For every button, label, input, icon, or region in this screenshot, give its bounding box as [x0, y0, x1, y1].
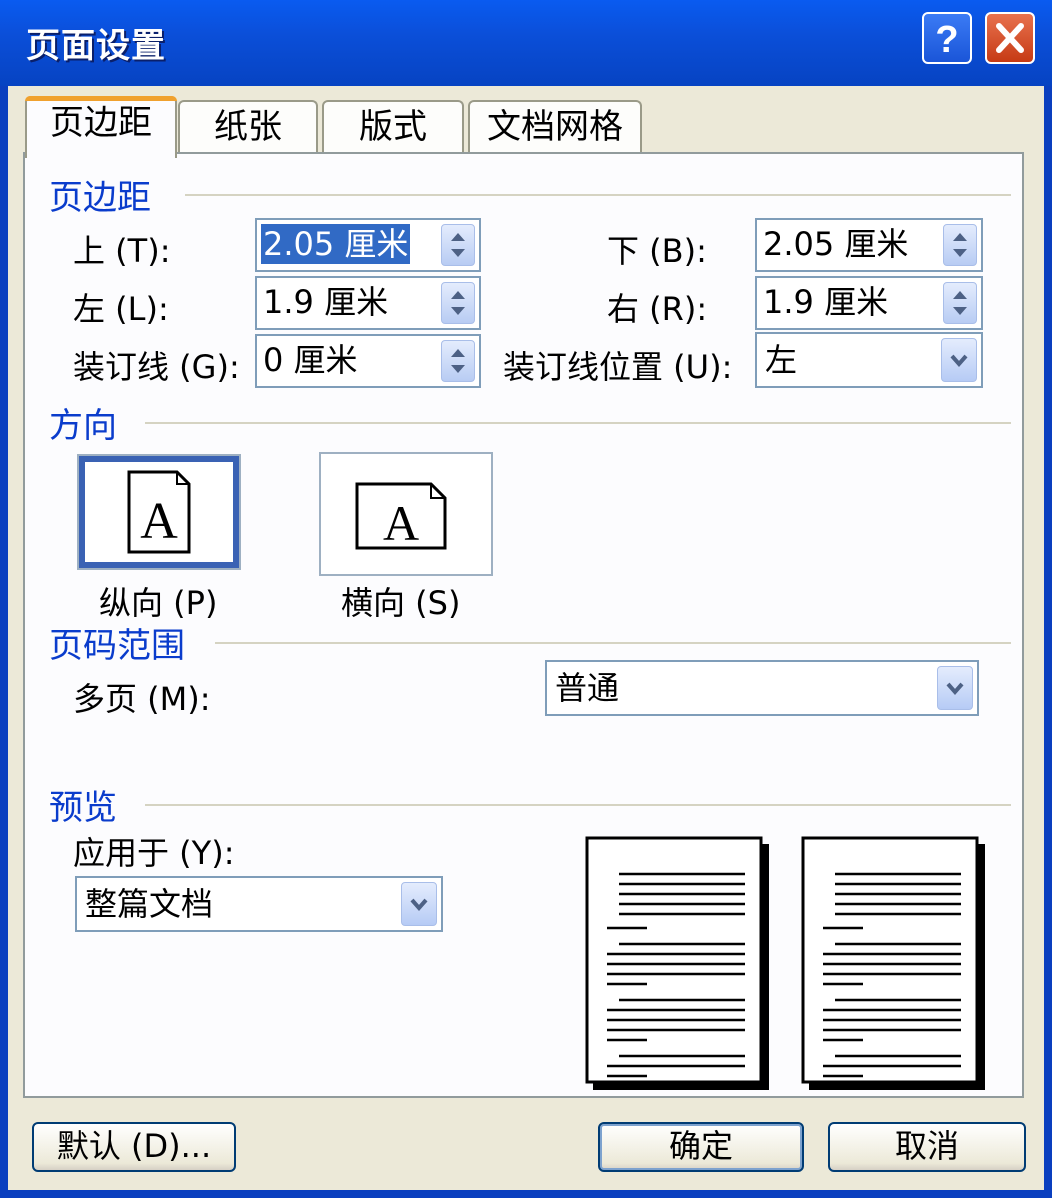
- divider: [145, 804, 1011, 806]
- svg-text:A: A: [140, 493, 178, 550]
- divider: [215, 642, 1011, 644]
- bottom-margin-spinner[interactable]: 2.05 厘米: [755, 218, 983, 272]
- default-button[interactable]: 默认 (D)...: [32, 1122, 236, 1172]
- top-margin-spinner[interactable]: 2.05 厘米: [255, 218, 481, 272]
- window-title: 页面设置: [26, 26, 166, 66]
- cancel-button[interactable]: 取消: [828, 1122, 1026, 1172]
- portrait-page-icon: A: [127, 470, 191, 554]
- group-title-preview: 预览: [49, 780, 121, 829]
- tab-panel-margins: 页边距 上 (T): 2.05 厘米 下 (B): 2.05 厘米 左 (L):…: [23, 152, 1024, 1098]
- top-margin-label: 上 (T):: [73, 232, 171, 270]
- tab-layout[interactable]: 版式: [322, 100, 464, 154]
- left-margin-label: 左 (L):: [73, 290, 169, 328]
- group-title-pages: 页码范围: [49, 618, 189, 667]
- group-title-orientation: 方向: [49, 398, 121, 447]
- landscape-page-icon: A: [355, 482, 447, 551]
- spin-arrows-icon[interactable]: [441, 282, 475, 324]
- dropdown-arrow-icon[interactable]: [401, 882, 437, 926]
- multiple-pages-label: 多页 (M):: [73, 680, 211, 718]
- preview-page-icon: [585, 836, 769, 1090]
- spin-arrows-icon[interactable]: [943, 282, 977, 324]
- apply-to-select[interactable]: 整篇文档: [75, 876, 443, 932]
- svg-text:A: A: [383, 495, 419, 551]
- apply-to-label: 应用于 (Y):: [73, 834, 235, 872]
- right-margin-spinner[interactable]: 1.9 厘米: [755, 276, 983, 330]
- left-margin-value[interactable]: 1.9 厘米: [263, 282, 388, 322]
- help-button[interactable]: ?: [922, 12, 972, 64]
- right-margin-value[interactable]: 1.9 厘米: [763, 282, 888, 322]
- gutter-position-select[interactable]: 左: [755, 332, 983, 388]
- portrait-option[interactable]: A: [77, 454, 241, 570]
- spin-arrows-icon[interactable]: [943, 224, 977, 266]
- tab-paper[interactable]: 纸张: [178, 100, 318, 154]
- spin-arrows-icon[interactable]: [441, 340, 475, 382]
- close-icon: [996, 23, 1024, 53]
- tab-margins[interactable]: 页边距: [25, 96, 177, 158]
- tab-document-grid[interactable]: 文档网格: [468, 100, 642, 154]
- help-icon: ?: [935, 19, 958, 61]
- divider: [145, 422, 1011, 424]
- preview-page-icon: [801, 836, 985, 1090]
- dropdown-arrow-icon[interactable]: [937, 666, 973, 710]
- multiple-pages-select[interactable]: 普通: [545, 660, 979, 716]
- gutter-position-value: 左: [765, 341, 798, 379]
- bottom-margin-value[interactable]: 2.05 厘米: [763, 224, 908, 264]
- landscape-label[interactable]: 横向 (S): [341, 578, 460, 624]
- dialog-body: 页边距 纸张 版式 文档网格 页边距 上 (T): 2.05 厘米 下 (B):…: [8, 86, 1044, 1190]
- gutter-spinner[interactable]: 0 厘米: [255, 334, 481, 388]
- multiple-pages-value: 普通: [555, 669, 620, 707]
- page-setup-dialog: 页面设置 ? 页边距 纸张 版式 文档网格 页边距 上 (T): 2.05 厘米: [0, 0, 1052, 1198]
- landscape-option[interactable]: A: [319, 452, 493, 576]
- left-margin-spinner[interactable]: 1.9 厘米: [255, 276, 481, 330]
- dropdown-arrow-icon[interactable]: [941, 338, 977, 382]
- ok-button[interactable]: 确定: [598, 1122, 804, 1172]
- svg-text:?: ?: [935, 19, 958, 61]
- gutter-label: 装订线 (G):: [73, 348, 240, 386]
- bottom-margin-label: 下 (B):: [607, 232, 707, 270]
- gutter-position-label: 装订线位置 (U):: [503, 348, 733, 386]
- divider: [185, 194, 1011, 196]
- spin-arrows-icon[interactable]: [441, 224, 475, 266]
- top-margin-value[interactable]: 2.05 厘米: [261, 224, 411, 264]
- title-bar[interactable]: 页面设置 ?: [0, 0, 1052, 86]
- gutter-value[interactable]: 0 厘米: [263, 340, 358, 380]
- apply-to-value: 整篇文档: [85, 885, 214, 923]
- group-title-margins: 页边距: [49, 170, 155, 219]
- close-button[interactable]: [985, 12, 1035, 64]
- right-margin-label: 右 (R):: [607, 290, 708, 328]
